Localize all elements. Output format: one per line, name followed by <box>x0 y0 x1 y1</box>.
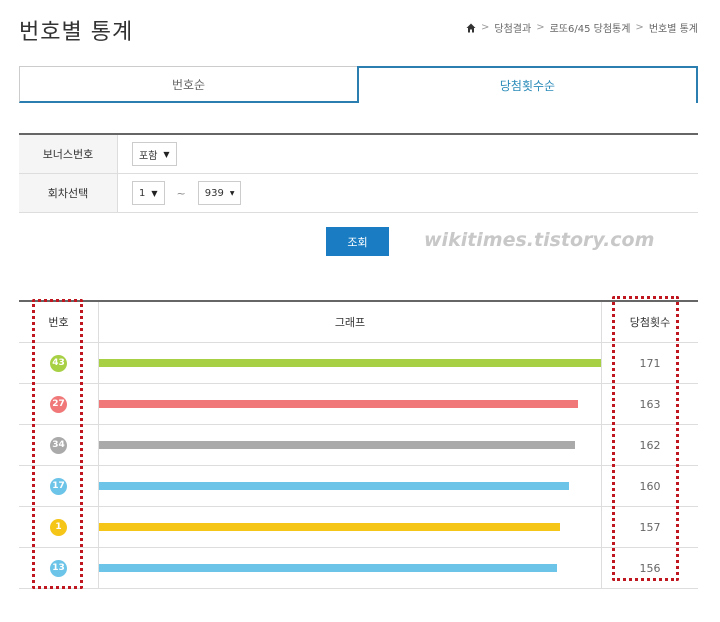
results-table: 번호 그래프 당첨횟수 43 171 27 163 34 162 17 160 1 157 13 15… <box>19 300 698 589</box>
breadcrumb: > 당첨결과 > 로또6/45 당첨통계 > 번호별 통계 <box>466 20 698 35</box>
frequency-bar <box>99 564 557 572</box>
table-row: 13 156 <box>19 548 698 589</box>
bonus-label: 보너스번호 <box>19 135 118 173</box>
tab-by-number[interactable]: 번호순 <box>19 66 357 103</box>
results-header: 번호 그래프 당첨횟수 <box>19 302 698 343</box>
breadcrumb-item[interactable]: 당첨결과 <box>494 20 531 35</box>
range-tilde: ~ <box>176 186 186 200</box>
watermark: wikitimes.tistory.com <box>424 229 655 251</box>
tab-by-win-count[interactable]: 당첨횟수순 <box>357 66 698 103</box>
round-label: 회차선택 <box>19 174 118 212</box>
frequency-bar <box>99 359 601 367</box>
filter-row-round: 회차선택 1 ▼ ~ 939 ▼ <box>19 174 698 213</box>
breadcrumb-item[interactable]: 번호별 통계 <box>649 20 698 35</box>
breadcrumb-separator: > <box>635 22 644 33</box>
filter-table: 보너스번호 포함 ▼ 회차선택 1 ▼ ~ 939 ▼ <box>19 133 698 213</box>
caret-down-icon: ▼ <box>163 149 170 159</box>
round-to-select[interactable]: 939 ▼ <box>197 181 242 205</box>
table-row: 43 171 <box>19 343 698 384</box>
frequency-bar <box>99 400 578 408</box>
page-title: 번호별 통계 <box>19 20 134 45</box>
breadcrumb-item[interactable]: 로또6/45 당첨통계 <box>550 20 631 35</box>
bonus-select-value: 포함 <box>139 150 158 162</box>
round-to-value: 939 <box>204 187 224 199</box>
caret-down-icon: ▼ <box>151 188 158 198</box>
table-row: 17 160 <box>19 466 698 507</box>
header-graph: 그래프 <box>98 302 602 342</box>
tab-bar: 번호순 당첨횟수순 <box>19 66 698 103</box>
frequency-bar <box>99 523 560 531</box>
number-column-highlight <box>32 299 83 589</box>
table-row: 1 157 <box>19 507 698 548</box>
frequency-bar <box>99 482 569 490</box>
caret-down-icon: ▼ <box>229 189 235 197</box>
table-row: 27 163 <box>19 384 698 425</box>
count-column-highlight <box>612 296 679 581</box>
breadcrumb-separator: > <box>536 22 545 33</box>
search-button[interactable]: 조회 <box>326 227 389 256</box>
filter-row-bonus: 보너스번호 포함 ▼ <box>19 135 698 174</box>
home-icon[interactable] <box>466 23 476 33</box>
round-from-value: 1 <box>139 187 146 199</box>
table-row: 34 162 <box>19 425 698 466</box>
breadcrumb-separator: > <box>480 22 490 33</box>
round-from-select[interactable]: 1 ▼ <box>132 181 165 205</box>
bonus-select[interactable]: 포함 ▼ <box>132 142 177 166</box>
frequency-bar <box>99 441 575 449</box>
